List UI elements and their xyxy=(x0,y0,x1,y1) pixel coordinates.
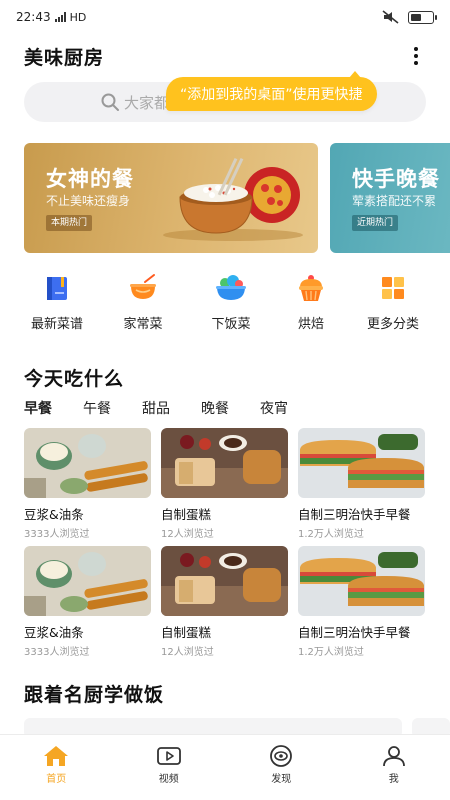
home-icon xyxy=(44,746,69,766)
banner-subtitle: 荤素搭配还不累 xyxy=(352,194,437,208)
category-row: 最新菜谱 家常菜 下饭菜 烘焙 更多分类 xyxy=(0,272,450,342)
recipe-views: 12人浏览过 xyxy=(161,529,214,540)
tooltip-text: “添加到我的桌面”使用更快捷 xyxy=(180,87,363,103)
recipe-card[interactable]: 自制三明治快手早餐 1.2万人浏览过 xyxy=(298,428,425,540)
recipe-views: 1.2万人浏览过 xyxy=(298,647,364,658)
tab-breakfast[interactable]: 早餐 xyxy=(24,398,52,420)
status-time: 22:43 xyxy=(16,10,51,24)
recipe-name: 自制三明治快手早餐 xyxy=(298,507,411,522)
search-icon xyxy=(101,93,119,111)
nav-label: 首页 xyxy=(46,774,67,785)
sandwich-image xyxy=(298,428,425,498)
battery-icon xyxy=(408,10,437,24)
grid-icon xyxy=(382,277,404,299)
bottom-nav: 首页 视频 发现 我 xyxy=(0,734,450,800)
category-latest-recipes[interactable]: 最新菜谱 xyxy=(12,272,102,332)
status-bar: 22:43 HD xyxy=(0,0,450,34)
banner-goddess-meal[interactable]: 女神的餐 不止美味还瘦身 本期热门 xyxy=(24,143,318,253)
category-label: 最新菜谱 xyxy=(30,317,83,332)
recipe-views: 1.2万人浏览过 xyxy=(298,529,364,540)
rice-bowl-image xyxy=(163,158,303,241)
category-label: 烘焙 xyxy=(297,317,324,332)
mute-icon xyxy=(382,10,399,24)
bowl-icon xyxy=(130,274,156,299)
section-title-today: 今天吃什么 xyxy=(24,368,125,390)
banner-subtitle: 不止美味还瘦身 xyxy=(46,194,131,208)
signal-icon xyxy=(54,12,66,22)
nav-profile[interactable]: 我 xyxy=(338,735,450,800)
more-menu-icon[interactable] xyxy=(406,44,426,68)
category-label: 更多分类 xyxy=(366,317,419,332)
recipe-card[interactable]: 豆浆&油条 3333人浏览过 xyxy=(24,546,151,658)
nav-label: 发现 xyxy=(271,774,292,785)
book-icon xyxy=(47,277,67,300)
recipe-views: 12人浏览过 xyxy=(161,647,214,658)
salad-icon xyxy=(216,275,246,300)
app-title: 美味厨房 xyxy=(24,46,105,69)
status-right xyxy=(382,10,437,24)
recipe-name: 自制蛋糕 xyxy=(161,625,212,640)
recipe-card[interactable]: 自制蛋糕 12人浏览过 xyxy=(161,546,288,658)
status-left: 22:43 HD xyxy=(16,10,86,24)
banner-title: 女神的餐 xyxy=(46,167,134,191)
nav-discover[interactable]: 发现 xyxy=(225,735,338,800)
video-icon xyxy=(156,747,181,765)
cupcake-icon xyxy=(299,275,323,301)
banner-tag: 近期热门 xyxy=(352,215,399,231)
soymilk-fritters-image xyxy=(24,428,151,498)
recipe-card[interactable]: 自制蛋糕 12人浏览过 xyxy=(161,428,288,540)
category-rice-dishes[interactable]: 下饭菜 xyxy=(186,272,276,332)
nav-label: 我 xyxy=(388,774,399,785)
tab-dinner[interactable]: 晚餐 xyxy=(201,398,229,418)
recipe-views: 3333人浏览过 xyxy=(24,647,90,658)
app-header: 美味厨房 xyxy=(0,36,450,76)
banner-quick-dinner[interactable]: 快手晚餐 荤素搭配还不累 近期热门 xyxy=(330,143,450,253)
add-to-desktop-tooltip[interactable]: “添加到我的桌面”使用更快捷 xyxy=(166,71,377,111)
nav-home[interactable]: 首页 xyxy=(0,735,113,800)
tab-lunch[interactable]: 午餐 xyxy=(83,398,111,418)
nav-label: 视频 xyxy=(158,774,179,785)
category-more[interactable]: 更多分类 xyxy=(348,272,438,332)
recipe-name: 豆浆&油条 xyxy=(24,625,84,640)
recipe-name: 豆浆&油条 xyxy=(24,507,84,522)
soymilk-fritters-image xyxy=(24,546,151,616)
banner-tag: 本期热门 xyxy=(46,215,93,231)
sandwich-image xyxy=(298,546,425,616)
meal-tabs: 早餐 午餐 甜品 晚餐 夜宵 xyxy=(24,398,319,420)
recipe-card[interactable]: 豆浆&油条 3333人浏览过 xyxy=(24,428,151,540)
section-title-chef: 跟着名厨学做饭 xyxy=(24,684,165,706)
homemade-cake-image xyxy=(161,546,288,616)
recipe-name: 自制蛋糕 xyxy=(161,507,212,522)
recipe-card[interactable]: 自制三明治快手早餐 1.2万人浏览过 xyxy=(298,546,425,658)
banner-title: 快手晚餐 xyxy=(352,167,440,191)
tab-late-night[interactable]: 夜宵 xyxy=(260,398,288,418)
category-label: 下饭菜 xyxy=(211,317,251,332)
profile-icon xyxy=(382,746,405,767)
network-label: HD xyxy=(69,10,87,24)
category-home-cooking[interactable]: 家常菜 xyxy=(98,272,188,332)
recipe-name: 自制三明治快手早餐 xyxy=(298,625,411,640)
tab-dessert[interactable]: 甜品 xyxy=(142,398,170,418)
recipe-views: 3333人浏览过 xyxy=(24,529,90,540)
discover-icon xyxy=(270,745,293,767)
category-label: 家常菜 xyxy=(123,317,163,332)
category-baking[interactable]: 烘焙 xyxy=(266,272,356,332)
banner-carousel: 女神的餐 不止美味还瘦身 本期热门 快手晚餐 荤素搭配还不累 近期热门 xyxy=(24,143,450,253)
nav-video[interactable]: 视频 xyxy=(113,735,226,800)
homemade-cake-image xyxy=(161,428,288,498)
